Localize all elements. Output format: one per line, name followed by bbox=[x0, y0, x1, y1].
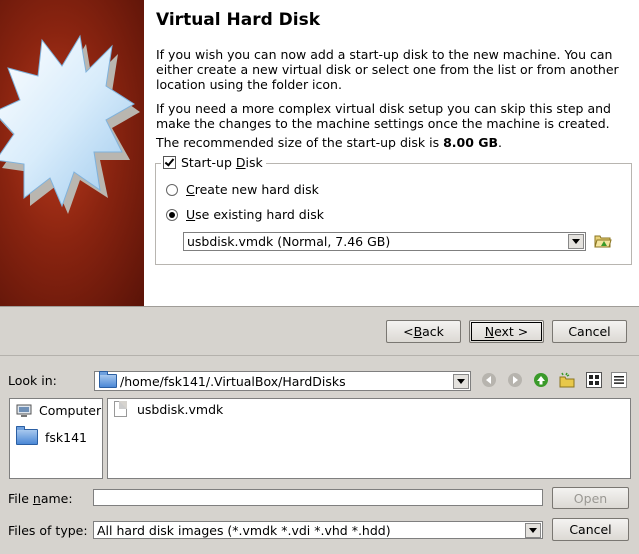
chevron-down-icon[interactable] bbox=[568, 234, 584, 249]
new-vm-wizard: Virtual Hard Disk If you wish you can no… bbox=[0, 0, 639, 355]
forward-arrow-icon[interactable] bbox=[507, 372, 523, 388]
separator bbox=[0, 306, 639, 307]
file-name-label: File name: bbox=[8, 491, 73, 506]
use-existing-disk-label: Use existing hard disk bbox=[186, 207, 324, 222]
radio-selected-icon[interactable] bbox=[166, 208, 178, 221]
files-of-type-value: All hard disk images (*.vmdk *.vdi *.vhd… bbox=[97, 522, 391, 538]
recommended-size-text: The recommended size of the start-up dis… bbox=[156, 135, 632, 150]
startup-disk-group: Start-up Disk Create new hard disk Use e… bbox=[155, 155, 632, 265]
chevron-down-icon[interactable] bbox=[453, 373, 469, 389]
folder-open-icon[interactable] bbox=[594, 233, 612, 249]
startup-disk-label: Start-up Disk bbox=[181, 155, 263, 170]
page-title: Virtual Hard Disk bbox=[156, 10, 321, 30]
checkbox-checked-icon[interactable] bbox=[163, 156, 176, 169]
files-of-type-combobox[interactable]: All hard disk images (*.vmdk *.vdi *.vhd… bbox=[93, 521, 543, 539]
places-sidebar: Computer fsk141 bbox=[9, 398, 103, 479]
startup-disk-checkbox[interactable]: Start-up Disk bbox=[161, 155, 266, 170]
list-view-icon[interactable] bbox=[586, 372, 602, 388]
file-open-dialog: Look in: /home/fsk141/.VirtualBox/HardDi… bbox=[0, 355, 639, 554]
recommended-size-suffix: . bbox=[498, 135, 503, 150]
create-new-disk-radio[interactable]: Create new hard disk bbox=[166, 182, 319, 197]
advanced-setup-text: If you need a more complex virtual disk … bbox=[156, 101, 611, 131]
files-of-type-label: Files of type: bbox=[8, 523, 88, 538]
list-item[interactable]: usbdisk.vmdk bbox=[114, 401, 223, 417]
radio-unselected-icon[interactable] bbox=[166, 183, 178, 196]
dialog-cancel-button[interactable]: Cancel bbox=[552, 518, 629, 541]
file-icon bbox=[114, 401, 127, 417]
wizard-cancel-button[interactable]: Cancel bbox=[552, 320, 627, 343]
sidebar-item-fsk141[interactable]: fsk141 bbox=[16, 426, 88, 445]
chevron-down-icon[interactable] bbox=[525, 522, 541, 538]
sidebar-item-computer[interactable]: Computer bbox=[16, 403, 101, 418]
next-button[interactable]: Next > bbox=[469, 320, 544, 343]
create-new-disk-label: Create new hard disk bbox=[186, 182, 319, 197]
new-folder-icon[interactable] bbox=[559, 372, 575, 388]
folder-icon bbox=[16, 426, 38, 445]
sidebar-item-label: fsk141 bbox=[45, 429, 88, 445]
use-existing-disk-radio[interactable]: Use existing hard disk bbox=[166, 207, 324, 222]
existing-disk-combobox[interactable]: usbdisk.vmdk (Normal, 7.46 GB) bbox=[183, 232, 586, 251]
folder-icon bbox=[99, 371, 117, 388]
file-name-input[interactable] bbox=[93, 489, 543, 506]
sidebar-item-label: Computer bbox=[39, 403, 102, 418]
up-arrow-icon[interactable] bbox=[533, 372, 549, 388]
recommended-size-prefix: The recommended size of the start-up dis… bbox=[156, 135, 444, 150]
open-button[interactable]: Open bbox=[552, 487, 629, 509]
wizard-content: Virtual Hard Disk If you wish you can no… bbox=[144, 0, 639, 306]
wizard-banner-image bbox=[0, 0, 144, 306]
existing-disk-value: usbdisk.vmdk (Normal, 7.46 GB) bbox=[187, 234, 391, 249]
file-name: usbdisk.vmdk bbox=[137, 401, 224, 417]
back-arrow-icon[interactable] bbox=[481, 372, 497, 388]
detail-view-icon[interactable] bbox=[611, 372, 627, 388]
back-button[interactable]: < Back bbox=[386, 320, 461, 343]
computer-icon bbox=[16, 404, 32, 417]
look-in-path: /home/fsk141/.VirtualBox/HardDisks bbox=[120, 373, 346, 389]
look-in-combobox[interactable]: /home/fsk141/.VirtualBox/HardDisks bbox=[94, 371, 471, 391]
look-in-label: Look in: bbox=[8, 373, 57, 388]
intro-text: If you wish you can now add a start-up d… bbox=[156, 47, 619, 92]
recommended-size-value: 8.00 GB bbox=[443, 135, 499, 150]
file-list: usbdisk.vmdk bbox=[107, 398, 631, 479]
